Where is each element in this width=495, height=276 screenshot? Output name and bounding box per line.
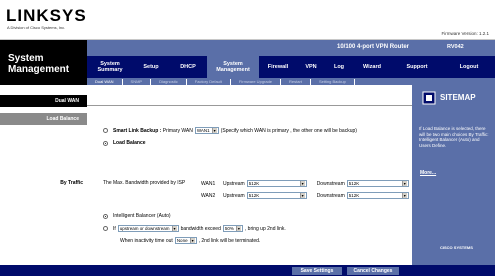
section-load-balance: Load Balance [0,113,87,125]
save-settings-button[interactable]: Save Settings [292,267,342,275]
max-bandwidth-row: The Max. Bandwidth provided by ISP [103,180,185,186]
tab-dhcp[interactable]: DHCP [169,56,207,78]
router-name: 10/100 4-port VPN Router [337,44,410,50]
header-bar: LINKSYS A Division of Cisco Systems, Inc… [0,0,495,40]
main-tabs: System Summary Setup DHCP System Managem… [87,56,495,78]
cisco-logo: CISCO SYSTEMS [440,245,473,250]
router-bar: 10/100 4-port VPN Router RV042 [87,40,495,56]
section-dual-wan: Dual WAN [0,95,87,107]
wan1-upstream-select[interactable]: 512K ▾ [246,180,307,187]
traffic-direction-select[interactable]: upstream or downstream ▾ [117,225,179,232]
intelligent-balancer-label: Intelligent Balancer (Auto) [113,213,171,219]
primary-wan-select[interactable]: WAN1 ▾ [194,127,219,134]
load-balance-label: Load Balance [113,140,146,146]
tab-wizard[interactable]: Wizard [353,56,391,78]
chevron-down-icon: ▾ [171,226,177,231]
subtab-diagnostic[interactable]: Diagnostic [151,78,187,85]
sitemap-icon [422,91,436,105]
wan1-upstream-label: Upstream [223,180,245,187]
chevron-down-icon: ▾ [401,181,407,186]
wan2-label: WAN2 [201,192,216,199]
left-column [0,85,87,265]
wan2-upstream-label: Upstream [223,192,245,199]
tab-setup[interactable]: Setup [133,56,169,78]
subtab-factory-default[interactable]: Factory Default [187,78,231,85]
wan1-row: WAN1 Upstream 512K ▾ Downstream 512K ▾ [201,180,411,187]
smart-link-radio[interactable] [103,128,108,133]
tab-log[interactable]: Log [325,56,353,78]
subtab-setting-backup[interactable]: Setting Backup [311,78,355,85]
tab-system-summary[interactable]: System Summary [87,56,133,78]
router-model: RV042 [447,44,464,50]
subtab-restart[interactable]: Restart [281,78,311,85]
firmware-version: Firmware Version: 1.2.1 [441,31,489,36]
help-panel: If Load Balance is selected, there will … [412,120,495,265]
inactivity-row: When inactivity time out None ▾ , 2nd lin… [120,237,260,244]
chevron-down-icon: ▾ [235,226,241,231]
tab-firewall[interactable]: Firewall [259,56,297,78]
intelligent-balancer-row: Intelligent Balancer (Auto) [103,213,171,219]
section-dual-wan-label: Dual WAN [55,98,79,104]
logo-subtitle: A Division of Cisco Systems, Inc. [7,25,66,30]
smart-link-row: Smart Link Backup : Primary WAN WAN1 ▾ (S… [103,127,357,134]
subtab-snmp[interactable]: SNMP [123,78,152,85]
wan2-downstream-select[interactable]: 512K ▾ [346,192,409,199]
inactivity-label: When inactivity time out [120,237,173,244]
cancel-changes-button[interactable]: Cancel Changes [347,267,399,275]
chevron-down-icon: ▾ [211,128,217,133]
smart-link-label: Smart Link Backup : [113,127,162,134]
intelligent-balancer-radio[interactable] [103,213,108,219]
subtab-dual-wan[interactable]: Dual WAN [87,78,123,85]
sitemap-header[interactable]: SITEMAP [412,85,495,120]
footer-right [412,265,495,276]
wan2-row: WAN2 Upstream 512K ▾ Downstream 512K ▾ [201,192,411,199]
wan2-downstream-label: Downstream [316,192,345,199]
tab-logout[interactable]: Logout [443,56,495,78]
load-balance-row: Load Balance [103,140,146,146]
wan2-upstream-select[interactable]: 512K ▾ [246,192,307,199]
sitemap-label: SITEMAP [440,93,476,102]
wan1-downstream-label: Downstream [316,180,345,187]
page-title: System Management [8,53,70,75]
section-divider [87,105,412,106]
load-balance-radio[interactable] [103,140,108,146]
chevron-down-icon: ▾ [299,181,305,186]
sub-tabs: Dual WAN SNMP Diagnostic Factory Default… [87,78,495,85]
footer-left [0,265,87,276]
inactivity-select[interactable]: None ▾ [174,237,197,244]
linksys-logo: LINKSYS [6,6,87,25]
wan1-downstream-select[interactable]: 512K ▾ [346,180,409,187]
user-define-radio[interactable] [103,226,108,231]
help-text: If Load Balance is selected, there will … [419,126,489,148]
max-bandwidth-label: The Max. Bandwidth provided by ISP [103,180,186,186]
user-define-row: If upstream or downstream ▾ bandwidth exc… [103,225,286,232]
subtab-firmware-upgrade[interactable]: Firmware Upgrade [231,78,282,85]
more-link[interactable]: More... [420,170,436,176]
by-traffic-label: By Traffic [60,180,83,186]
tab-vpn[interactable]: VPN [297,56,325,78]
tab-support[interactable]: Support [391,56,443,78]
primary-wan-label: Primary WAN [162,127,193,134]
bring-up-label: , bring up 2nd link. [244,225,286,232]
chevron-down-icon: ▾ [189,238,195,243]
if-label: If [113,225,116,232]
tab-system-management[interactable]: System Management [207,56,259,78]
section-load-balance-label: Load Balance [46,116,79,122]
percent-select[interactable]: 50% ▾ [222,225,243,232]
wan1-label: WAN1 [201,180,216,187]
terminated-label: , 2nd link will be terminated. [198,237,261,244]
bandwidth-exceed-label: bandwidth exceed [180,225,221,232]
chevron-down-icon: ▾ [401,193,407,198]
page-title-area: System Management [0,40,87,85]
smart-link-note: (Specify which WAN is primary , the othe… [220,127,357,134]
chevron-down-icon: ▾ [299,193,305,198]
